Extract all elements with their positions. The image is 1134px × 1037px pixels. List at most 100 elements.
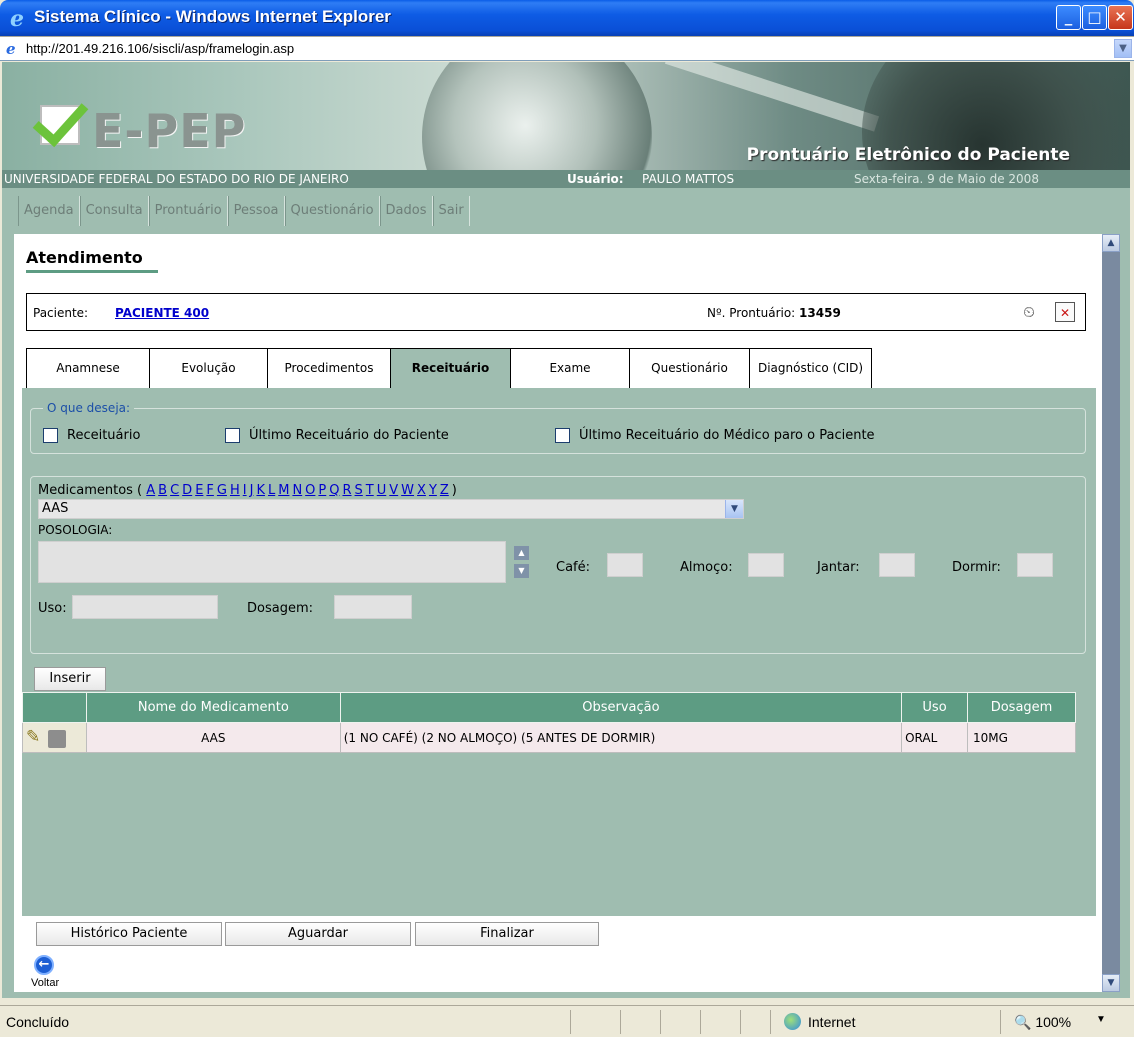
voltar-label[interactable]: Voltar <box>31 977 59 989</box>
letter-link-e[interactable]: E <box>195 483 203 498</box>
tab-evolucao[interactable]: Evolução <box>149 348 268 388</box>
letter-link-l[interactable]: L <box>268 483 275 498</box>
letter-link-g[interactable]: G <box>217 483 227 498</box>
menu-item-prontuario[interactable]: Prontuário <box>148 196 228 226</box>
letter-link-b[interactable]: B <box>158 483 167 498</box>
historico-paciente-button[interactable]: Histórico Paciente <box>36 922 222 946</box>
scroll-up-icon[interactable]: ▲ <box>514 546 529 560</box>
letter-link-w[interactable]: W <box>401 483 414 498</box>
letter-link-y[interactable]: Y <box>429 483 437 498</box>
close-button[interactable]: ✕ <box>1108 5 1133 30</box>
bottom-buttons: Histórico Paciente Aguardar Finalizar <box>36 922 636 948</box>
vertical-scrollbar[interactable]: ▲ ▼ <box>1102 234 1120 992</box>
checkbox-box[interactable] <box>555 427 570 443</box>
menu-item-consulta[interactable]: Consulta <box>79 196 149 226</box>
letter-link-m[interactable]: M <box>278 483 289 498</box>
zoom-level[interactable]: 🔍 100% <box>1014 1014 1071 1031</box>
window-title: Sistema Clínico - Windows Internet Explo… <box>34 7 391 26</box>
inserir-button[interactable]: Inserir <box>34 667 106 691</box>
letter-link-u[interactable]: U <box>377 483 387 498</box>
menu-item-pessoa[interactable]: Pessoa <box>227 196 285 226</box>
main-menu: Agenda Consulta Prontuário Pessoa Questi… <box>2 188 1130 230</box>
current-date: Sexta-feira. 9 de Maio de 2008 <box>854 172 1039 186</box>
options-legend: O que deseja: <box>43 401 135 415</box>
letter-link-c[interactable]: C <box>170 483 179 498</box>
content-frame: Atendimento Paciente: PACIENTE 400 Nº. P… <box>14 234 1102 992</box>
menu-item-agenda[interactable]: Agenda <box>18 196 80 226</box>
tab-anamnese[interactable]: Anamnese <box>26 348 150 388</box>
table-header-row: Nome do Medicamento Observação Uso Dosag… <box>22 692 1076 723</box>
letter-link-v[interactable]: V <box>389 483 398 498</box>
chevron-down-icon[interactable]: ▼ <box>725 500 743 518</box>
checkbox-ultimo-medico[interactable]: Último Receituário do Médico paro o Paci… <box>555 427 875 443</box>
scroll-up-arrow-icon[interactable]: ▲ <box>1102 234 1120 252</box>
finalizar-button[interactable]: Finalizar <box>415 922 599 946</box>
medicamento-selected-value: AAS <box>42 501 69 516</box>
medicamento-select[interactable]: AAS ▼ <box>38 499 744 519</box>
checkbox-label: Último Receituário do Paciente <box>249 427 449 443</box>
letter-link-i[interactable]: I <box>243 483 247 498</box>
letter-link-a[interactable]: A <box>146 483 155 498</box>
header-nome: Nome do Medicamento <box>85 692 341 723</box>
status-separator <box>700 1010 701 1034</box>
posologia-textarea[interactable]: ▲ ▼ <box>38 541 529 583</box>
checkbox-receituario[interactable]: Receituário <box>43 427 140 443</box>
close-record-icon[interactable]: ✕ <box>1055 302 1075 322</box>
tab-exame[interactable]: Exame <box>510 348 630 388</box>
security-zone: Internet <box>808 1014 856 1030</box>
letter-link-h[interactable]: H <box>230 483 240 498</box>
almoco-input[interactable] <box>748 553 784 577</box>
actions-header <box>22 692 87 723</box>
letter-link-r[interactable]: R <box>342 483 351 498</box>
medicamentos-label-text: Medicamentos ( <box>38 483 143 498</box>
tab-questionario[interactable]: Questionário <box>629 348 750 388</box>
edit-icon[interactable]: ✎ <box>26 727 48 747</box>
cell-dosagem: 10MG <box>967 722 1076 753</box>
menu-item-sair[interactable]: Sair <box>432 196 470 226</box>
tab-diagnostico[interactable]: Diagnóstico (CID) <box>749 348 872 388</box>
patient-name-link[interactable]: PACIENTE 400 <box>115 306 209 320</box>
scroll-down-arrow-icon[interactable]: ▼ <box>1102 974 1120 992</box>
tab-procedimentos[interactable]: Procedimentos <box>267 348 391 388</box>
tab-receituario[interactable]: Receituário <box>390 348 511 388</box>
letter-link-x[interactable]: X <box>417 483 426 498</box>
address-dropdown-button[interactable]: ▼ <box>1114 39 1132 58</box>
checkbox-ultimo-paciente[interactable]: Último Receituário do Paciente <box>225 427 449 443</box>
zoom-dropdown-icon[interactable]: ▼ <box>1096 1014 1106 1025</box>
clock-icon[interactable]: ⏲ <box>1019 302 1039 322</box>
menu-item-questionario[interactable]: Questionário <box>284 196 380 226</box>
cafe-label: Café: <box>556 560 590 575</box>
letter-link-z[interactable]: Z <box>440 483 449 498</box>
letter-link-p[interactable]: P <box>318 483 326 498</box>
letter-link-t[interactable]: T <box>366 483 374 498</box>
url-text[interactable]: http://201.49.216.106/siscli/asp/framelo… <box>26 41 294 56</box>
letter-link-k[interactable]: K <box>256 483 265 498</box>
letter-link-s[interactable]: S <box>355 483 363 498</box>
jantar-input[interactable] <box>879 553 915 577</box>
back-arrow-icon[interactable]: ← <box>34 955 54 975</box>
address-bar[interactable]: e http://201.49.216.106/siscli/asp/frame… <box>0 36 1134 61</box>
dosagem-input[interactable] <box>334 595 412 619</box>
cafe-input[interactable] <box>607 553 643 577</box>
letter-link-n[interactable]: N <box>292 483 302 498</box>
menu-item-dados[interactable]: Dados <box>379 196 433 226</box>
banner-info-strip: UNIVERSIDADE FEDERAL DO ESTADO DO RIO DE… <box>2 170 1130 188</box>
dormir-input[interactable] <box>1017 553 1053 577</box>
letter-link-q[interactable]: Q <box>329 483 339 498</box>
maximize-button[interactable]: □ <box>1082 5 1107 30</box>
checkbox-box[interactable] <box>225 427 240 443</box>
letter-link-d[interactable]: D <box>182 483 192 498</box>
uso-input[interactable] <box>72 595 218 619</box>
letter-link-o[interactable]: O <box>305 483 315 498</box>
receituario-panel: O que deseja: Receituário Último Receitu… <box>22 388 1096 916</box>
letter-link-j[interactable]: J <box>250 483 254 498</box>
trash-icon[interactable] <box>48 729 66 748</box>
header-observacao: Observação <box>339 692 903 723</box>
almoco-label: Almoço: <box>680 560 733 575</box>
minimize-button[interactable]: _ <box>1056 5 1081 30</box>
checkbox-box[interactable] <box>43 427 58 443</box>
letter-link-f[interactable]: F <box>206 483 213 498</box>
scroll-down-icon[interactable]: ▼ <box>514 564 529 578</box>
banner-subtitle: Prontuário Eletrônico do Paciente <box>746 145 1070 165</box>
aguardar-button[interactable]: Aguardar <box>225 922 411 946</box>
